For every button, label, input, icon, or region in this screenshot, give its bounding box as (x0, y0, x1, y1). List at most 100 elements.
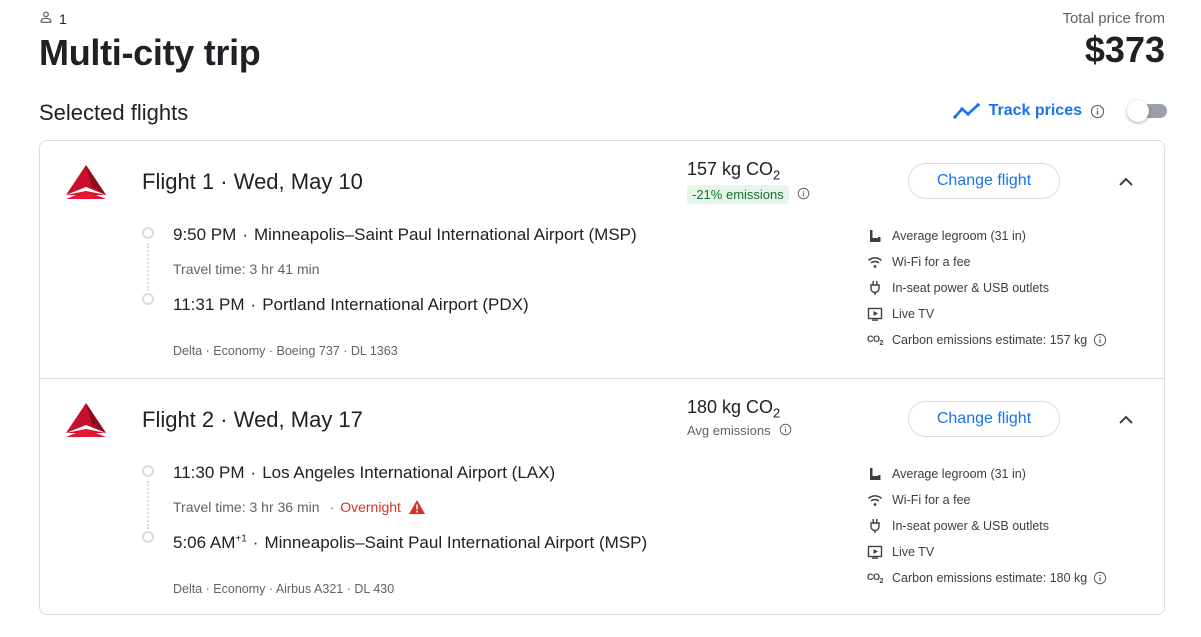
travel-time-row: Travel time: 3 hr 36 min · Overnight (173, 499, 425, 515)
amenity-item: Wi-Fi for a fee (866, 249, 1108, 275)
amenity-label: Wi-Fi for a fee (892, 493, 971, 507)
trip-header: 1 Multi-city trip Total price from $373 (39, 8, 1165, 78)
passenger-count: 1 (39, 10, 67, 27)
amenity-label: In-seat power & USB outlets (892, 519, 1050, 533)
amenity-label: In-seat power & USB outlets (892, 281, 1050, 295)
warning-icon (405, 500, 425, 514)
total-price: Total price from $373 (1062, 10, 1165, 71)
arrival-airport: Portland International Airport (PDX) (262, 295, 529, 314)
trend-icon (952, 102, 981, 120)
emissions-note-label: Avg emissions (687, 422, 771, 438)
amenity-item: CO2 Carbon emissions estimate: 157 kg (866, 327, 1108, 353)
info-icon[interactable] (1093, 333, 1108, 348)
legroom-icon (866, 466, 884, 482)
track-prices: Track prices (952, 100, 1167, 122)
timeline-line (147, 481, 149, 529)
amenity-item: Live TV (866, 301, 1108, 327)
itinerary-timeline (141, 465, 155, 545)
change-flight-button[interactable]: Change flight (908, 401, 1060, 437)
itinerary-timeline (141, 227, 155, 307)
change-flight-button[interactable]: Change flight (908, 163, 1060, 199)
passenger-count-value: 1 (59, 10, 67, 27)
arrival-row: 5:06 AM+1 · Minneapolis–Saint Paul Interna… (173, 533, 648, 552)
amenity-item: CO2 Carbon emissions estimate: 180 kg (866, 565, 1108, 591)
arrival-time: 5:06 AM (173, 533, 236, 552)
departure-airport: Los Angeles International Airport (LAX) (262, 463, 556, 482)
delta-logo-icon (66, 165, 106, 199)
amenity-label: Live TV (892, 545, 935, 559)
total-price-label: Total price from (1062, 10, 1165, 27)
amenity-label: Live TV (892, 307, 935, 321)
travel-time: Travel time: 3 hr 36 min (173, 499, 320, 515)
co2-icon: CO2 (867, 333, 883, 347)
delta-logo-icon (66, 403, 106, 437)
amenity-item: Live TV (866, 539, 1108, 565)
power-icon (866, 280, 884, 296)
power-icon (866, 518, 884, 534)
departure-row: 11:30 PM · Los Angeles International Airpo… (173, 463, 556, 482)
departure-dot (142, 227, 154, 239)
legroom-icon (866, 228, 884, 244)
chevron-up-icon[interactable] (1115, 409, 1137, 431)
arrival-row: 11:31 PM · Portland International Airport … (173, 295, 529, 314)
emissions-note: -21% emissions (687, 184, 812, 204)
amenity-item: Average legroom (31 in) (866, 223, 1108, 249)
amenity-item: In-seat power & USB outlets (866, 513, 1108, 539)
departure-row: 9:50 PM · Minneapolis–Saint Paul Internati… (173, 225, 637, 244)
selected-flights-card: Flight 1 · Wed, May 10 157 kg CO2 -21% e… (39, 140, 1165, 615)
amenity-item: Average legroom (31 in) (866, 461, 1108, 487)
emissions-value: 157 kg CO2 (687, 159, 781, 183)
flight-details: Delta · Economy · Boeing 737 · DL 1363 (173, 344, 398, 358)
departure-airport: Minneapolis–Saint Paul International Air… (253, 225, 637, 244)
info-icon[interactable] (1093, 571, 1108, 586)
toggle-knob (1127, 100, 1149, 122)
amenity-item: In-seat power & USB outlets (866, 275, 1108, 301)
day-offset: +1 (235, 533, 247, 545)
timeline-line (147, 243, 149, 291)
travel-time-row: Travel time: 3 hr 41 min · (173, 261, 320, 277)
wifi-icon (866, 492, 884, 508)
selected-flights-heading: Selected flights (39, 100, 189, 125)
emissions-note-label: -21% emissions (687, 184, 789, 204)
departure-dot (142, 465, 154, 477)
flight-segment-2: Flight 2 · Wed, May 17 180 kg CO2 Avg em… (40, 378, 1164, 615)
emissions-note: Avg emissions (687, 423, 794, 438)
amenity-label: Average legroom (31 in) (892, 467, 1026, 481)
co2-icon: CO2 (867, 571, 883, 585)
info-icon[interactable] (797, 187, 812, 202)
amenities-list: Average legroom (31 in) Wi-Fi for a fee In… (866, 223, 1108, 353)
amenities-list: Average legroom (31 in) Wi-Fi for a fee In… (866, 461, 1108, 591)
emissions-summary: 180 kg CO2 Avg emissions (687, 397, 794, 438)
wifi-icon (866, 254, 884, 270)
departure-time: 11:30 PM (173, 463, 245, 482)
amenity-label: Carbon emissions estimate: 157 kg (892, 333, 1088, 347)
amenity-label: Carbon emissions estimate: 180 kg (892, 571, 1088, 585)
departure-time: 9:50 PM (173, 225, 237, 244)
page-title: Multi-city trip (39, 32, 261, 73)
arrival-dot (142, 293, 154, 305)
flight-title: Flight 1 · Wed, May 10 (142, 169, 363, 194)
amenity-label: Wi-Fi for a fee (892, 255, 971, 269)
overnight-label: Overnight (340, 499, 401, 515)
info-icon[interactable] (1090, 104, 1105, 119)
track-prices-toggle[interactable] (1127, 100, 1167, 122)
flight-details: Delta · Economy · Airbus A321 · DL 430 (173, 582, 395, 596)
travel-time: Travel time: 3 hr 41 min (173, 261, 320, 277)
emissions-value: 180 kg CO2 (687, 397, 781, 421)
info-icon[interactable] (779, 423, 794, 438)
total-price-value: $373 (1084, 29, 1165, 70)
arrival-dot (142, 531, 154, 543)
arrival-time: 11:31 PM (173, 295, 245, 314)
tv-icon (866, 544, 884, 560)
flight-title: Flight 2 · Wed, May 17 (142, 407, 363, 432)
flight-segment-1: Flight 1 · Wed, May 10 157 kg CO2 -21% e… (40, 141, 1164, 378)
overnight-warning: · Overnight (329, 499, 401, 515)
chevron-up-icon[interactable] (1115, 171, 1137, 193)
amenity-label: Average legroom (31 in) (892, 229, 1026, 243)
amenity-item: Wi-Fi for a fee (866, 487, 1108, 513)
tv-icon (866, 306, 884, 322)
arrival-airport: Minneapolis–Saint Paul International Air… (264, 533, 648, 552)
track-prices-label[interactable]: Track prices (989, 102, 1082, 120)
emissions-summary: 157 kg CO2 -21% emissions (687, 159, 812, 204)
person-icon (39, 10, 53, 27)
